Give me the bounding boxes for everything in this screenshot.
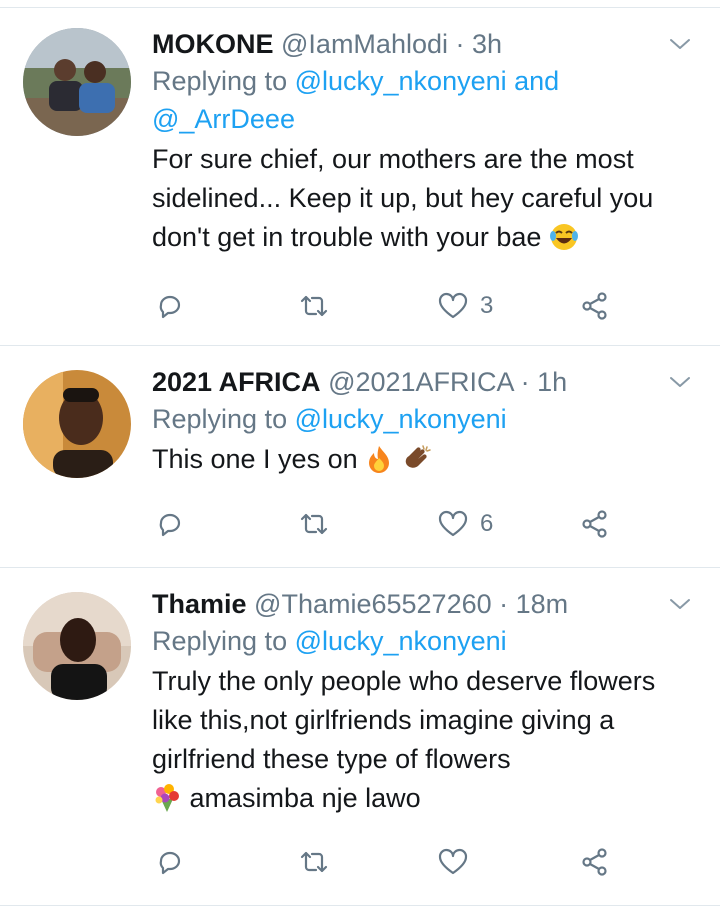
reply-button[interactable] (156, 504, 184, 544)
tweet-actions: 6 (152, 504, 652, 544)
retweet-icon (300, 295, 328, 317)
tweet-actions: 3 (152, 286, 652, 326)
timestamp[interactable]: 1h (537, 367, 567, 397)
share-button[interactable] (580, 286, 610, 326)
like-button[interactable] (438, 842, 480, 882)
share-icon (582, 510, 607, 538)
tweet-text: For sure chief, our mothers are the most… (152, 140, 696, 263)
heart-icon (438, 292, 468, 319)
user-handle[interactable]: @IamMahlodi (281, 29, 448, 59)
avatar[interactable] (23, 370, 131, 478)
replying-to-label: Replying to (152, 66, 295, 96)
tweet-text: Truly the only people who deserve flower… (152, 662, 696, 824)
bouquet-emoji-icon (152, 783, 182, 824)
reply-button[interactable] (156, 842, 184, 882)
mention-link[interactable]: @lucky_nkonyeni (295, 66, 507, 96)
replying-to: Replying to @lucky_nkonyeni and @_ArrDee… (152, 62, 696, 138)
tweet-header: MOKONE @IamMahlodi · 3h (152, 26, 696, 62)
retweet-icon (300, 513, 328, 535)
reply-icon (159, 851, 181, 875)
separator-dot: · (513, 367, 538, 397)
tweet-text-content: Truly the only people who deserve flower… (152, 666, 656, 774)
reply-icon (159, 295, 181, 319)
tweet-text: This one I yes on (152, 440, 696, 485)
replying-to-label: Replying to (152, 404, 295, 434)
retweet-button[interactable] (298, 504, 330, 544)
replying-to-label: Replying to (152, 626, 295, 656)
display-name[interactable]: MOKONE (152, 29, 274, 59)
like-count: 6 (480, 510, 494, 537)
retweet-button[interactable] (298, 286, 330, 326)
tweet-text-content-2: amasimba nje lawo (189, 783, 421, 813)
tweet-text-content: This one I yes on (152, 444, 358, 474)
display-name[interactable]: 2021 AFRICA (152, 367, 321, 397)
heart-icon (438, 848, 468, 875)
mention-link[interactable]: @_ArrDeee (152, 104, 295, 134)
fire-emoji-icon (365, 444, 393, 485)
share-button[interactable] (580, 842, 610, 882)
like-button[interactable]: 3 (438, 286, 493, 326)
replying-to: Replying to @lucky_nkonyeni (152, 400, 696, 438)
reply-icon (159, 513, 181, 537)
user-handle[interactable]: @2021AFRICA (328, 367, 513, 397)
user-handle[interactable]: @Thamie65527260 (254, 589, 492, 619)
separator-dot: · (448, 29, 472, 59)
mention-link[interactable]: @lucky_nkonyeni (295, 626, 507, 656)
share-icon (582, 292, 607, 320)
mention-link[interactable]: @lucky_nkonyeni (295, 404, 507, 434)
clapping-hands-emoji-icon (401, 444, 433, 485)
separator-dot: · (491, 589, 516, 619)
display-name[interactable]: Thamie (152, 589, 247, 619)
tweet-2[interactable]: 2021 AFRICA @2021AFRICA · 1h Replying to… (0, 346, 720, 568)
like-count: 3 (480, 292, 494, 319)
share-button[interactable] (580, 504, 610, 544)
avatar[interactable] (23, 592, 131, 700)
avatar[interactable] (23, 28, 131, 136)
timestamp[interactable]: 3h (472, 29, 502, 59)
timestamp[interactable]: 18m (516, 589, 569, 619)
tweet-3[interactable]: Thamie @Thamie65527260 · 18m Replying to… (0, 568, 720, 906)
retweet-icon (300, 851, 328, 873)
tweet-header: 2021 AFRICA @2021AFRICA · 1h (152, 364, 696, 400)
tweet-actions (152, 842, 652, 882)
retweet-button[interactable] (298, 842, 330, 882)
like-button[interactable]: 6 (438, 504, 493, 544)
heart-icon (438, 510, 468, 537)
tweet-header: Thamie @Thamie65527260 · 18m (152, 586, 696, 622)
tweet-1[interactable]: MOKONE @IamMahlodi · 3h Replying to @luc… (0, 8, 720, 346)
reply-button[interactable] (156, 286, 184, 326)
share-icon (582, 848, 607, 876)
mention-joiner: and (506, 66, 560, 96)
replying-to: Replying to @lucky_nkonyeni (152, 622, 696, 660)
laughing-emoji-icon (549, 222, 579, 263)
